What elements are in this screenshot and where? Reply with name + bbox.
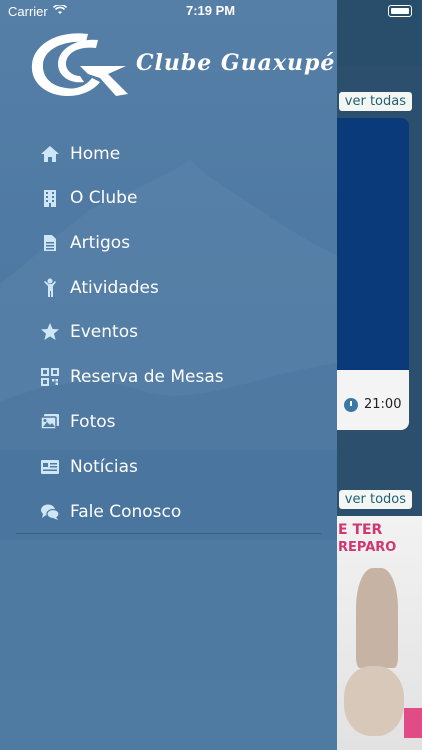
menu-item-o-clube[interactable]: O Clube [40, 186, 137, 210]
star-icon [40, 322, 60, 342]
person-icon [40, 278, 60, 298]
menu-item-noticias[interactable]: Notícias [40, 455, 138, 479]
status-bar: Carrier 7:19 PM [0, 0, 422, 22]
clock-icon [344, 397, 358, 412]
battery-icon [388, 5, 412, 17]
menu-divider [16, 533, 321, 534]
carrier-label: Carrier [8, 4, 48, 19]
menu-label-atividades: Atividades [70, 278, 159, 298]
promo-figure [356, 568, 398, 668]
menu-label-home: Home [70, 144, 121, 164]
event-time: 21:00 [344, 397, 401, 412]
chat-icon [40, 502, 60, 522]
menu-label-fotos: Fotos [70, 412, 116, 432]
see-all-button[interactable]: ver todas [338, 92, 412, 111]
images-icon [40, 412, 60, 432]
menu-label-eventos: Eventos [70, 322, 138, 342]
see-all-button-2[interactable]: ver todos [338, 490, 412, 509]
wifi-icon [53, 5, 67, 14]
clock-time: 7:19 PM [186, 3, 236, 18]
promo-text-2: REPARO [338, 540, 397, 555]
menu-label-o-clube: O Clube [70, 188, 138, 208]
promo-figure-2 [344, 666, 404, 736]
home-icon [40, 144, 60, 164]
promo-text-1: E TER [338, 522, 383, 538]
menu-item-home[interactable]: Home [40, 142, 120, 166]
menu-label-fale-conosco: Fale Conosco [70, 502, 182, 522]
promo-image[interactable]: E TER REPARO [334, 516, 422, 750]
menu-label-reserva-de-mesas: Reserva de Mesas [70, 367, 224, 387]
menu-item-fotos[interactable]: Fotos [40, 410, 116, 434]
side-drawer: Clube Guaxupé Home O Clube Artigos Ativi… [0, 0, 337, 750]
qrcode-icon [40, 367, 60, 387]
menu-item-reserva-de-mesas[interactable]: Reserva de Mesas [40, 365, 224, 389]
event-time-label: 21:00 [364, 397, 402, 412]
menu-item-artigos[interactable]: Artigos [40, 231, 130, 255]
menu-item-eventos[interactable]: Eventos [40, 320, 138, 344]
menu-item-fale-conosco[interactable]: Fale Conosco [40, 500, 181, 524]
building-icon [40, 188, 60, 208]
document-icon [40, 233, 60, 253]
club-name: Clube Guaxupé [136, 50, 336, 76]
newspaper-icon [40, 457, 60, 477]
menu-item-atividades[interactable]: Atividades [40, 276, 159, 300]
club-logo-icon [31, 33, 128, 96]
event-card-image[interactable] [334, 118, 409, 373]
menu-label-noticias: Notícias [70, 457, 138, 477]
promo-tag [404, 708, 422, 738]
menu-label-artigos: Artigos [70, 233, 131, 253]
